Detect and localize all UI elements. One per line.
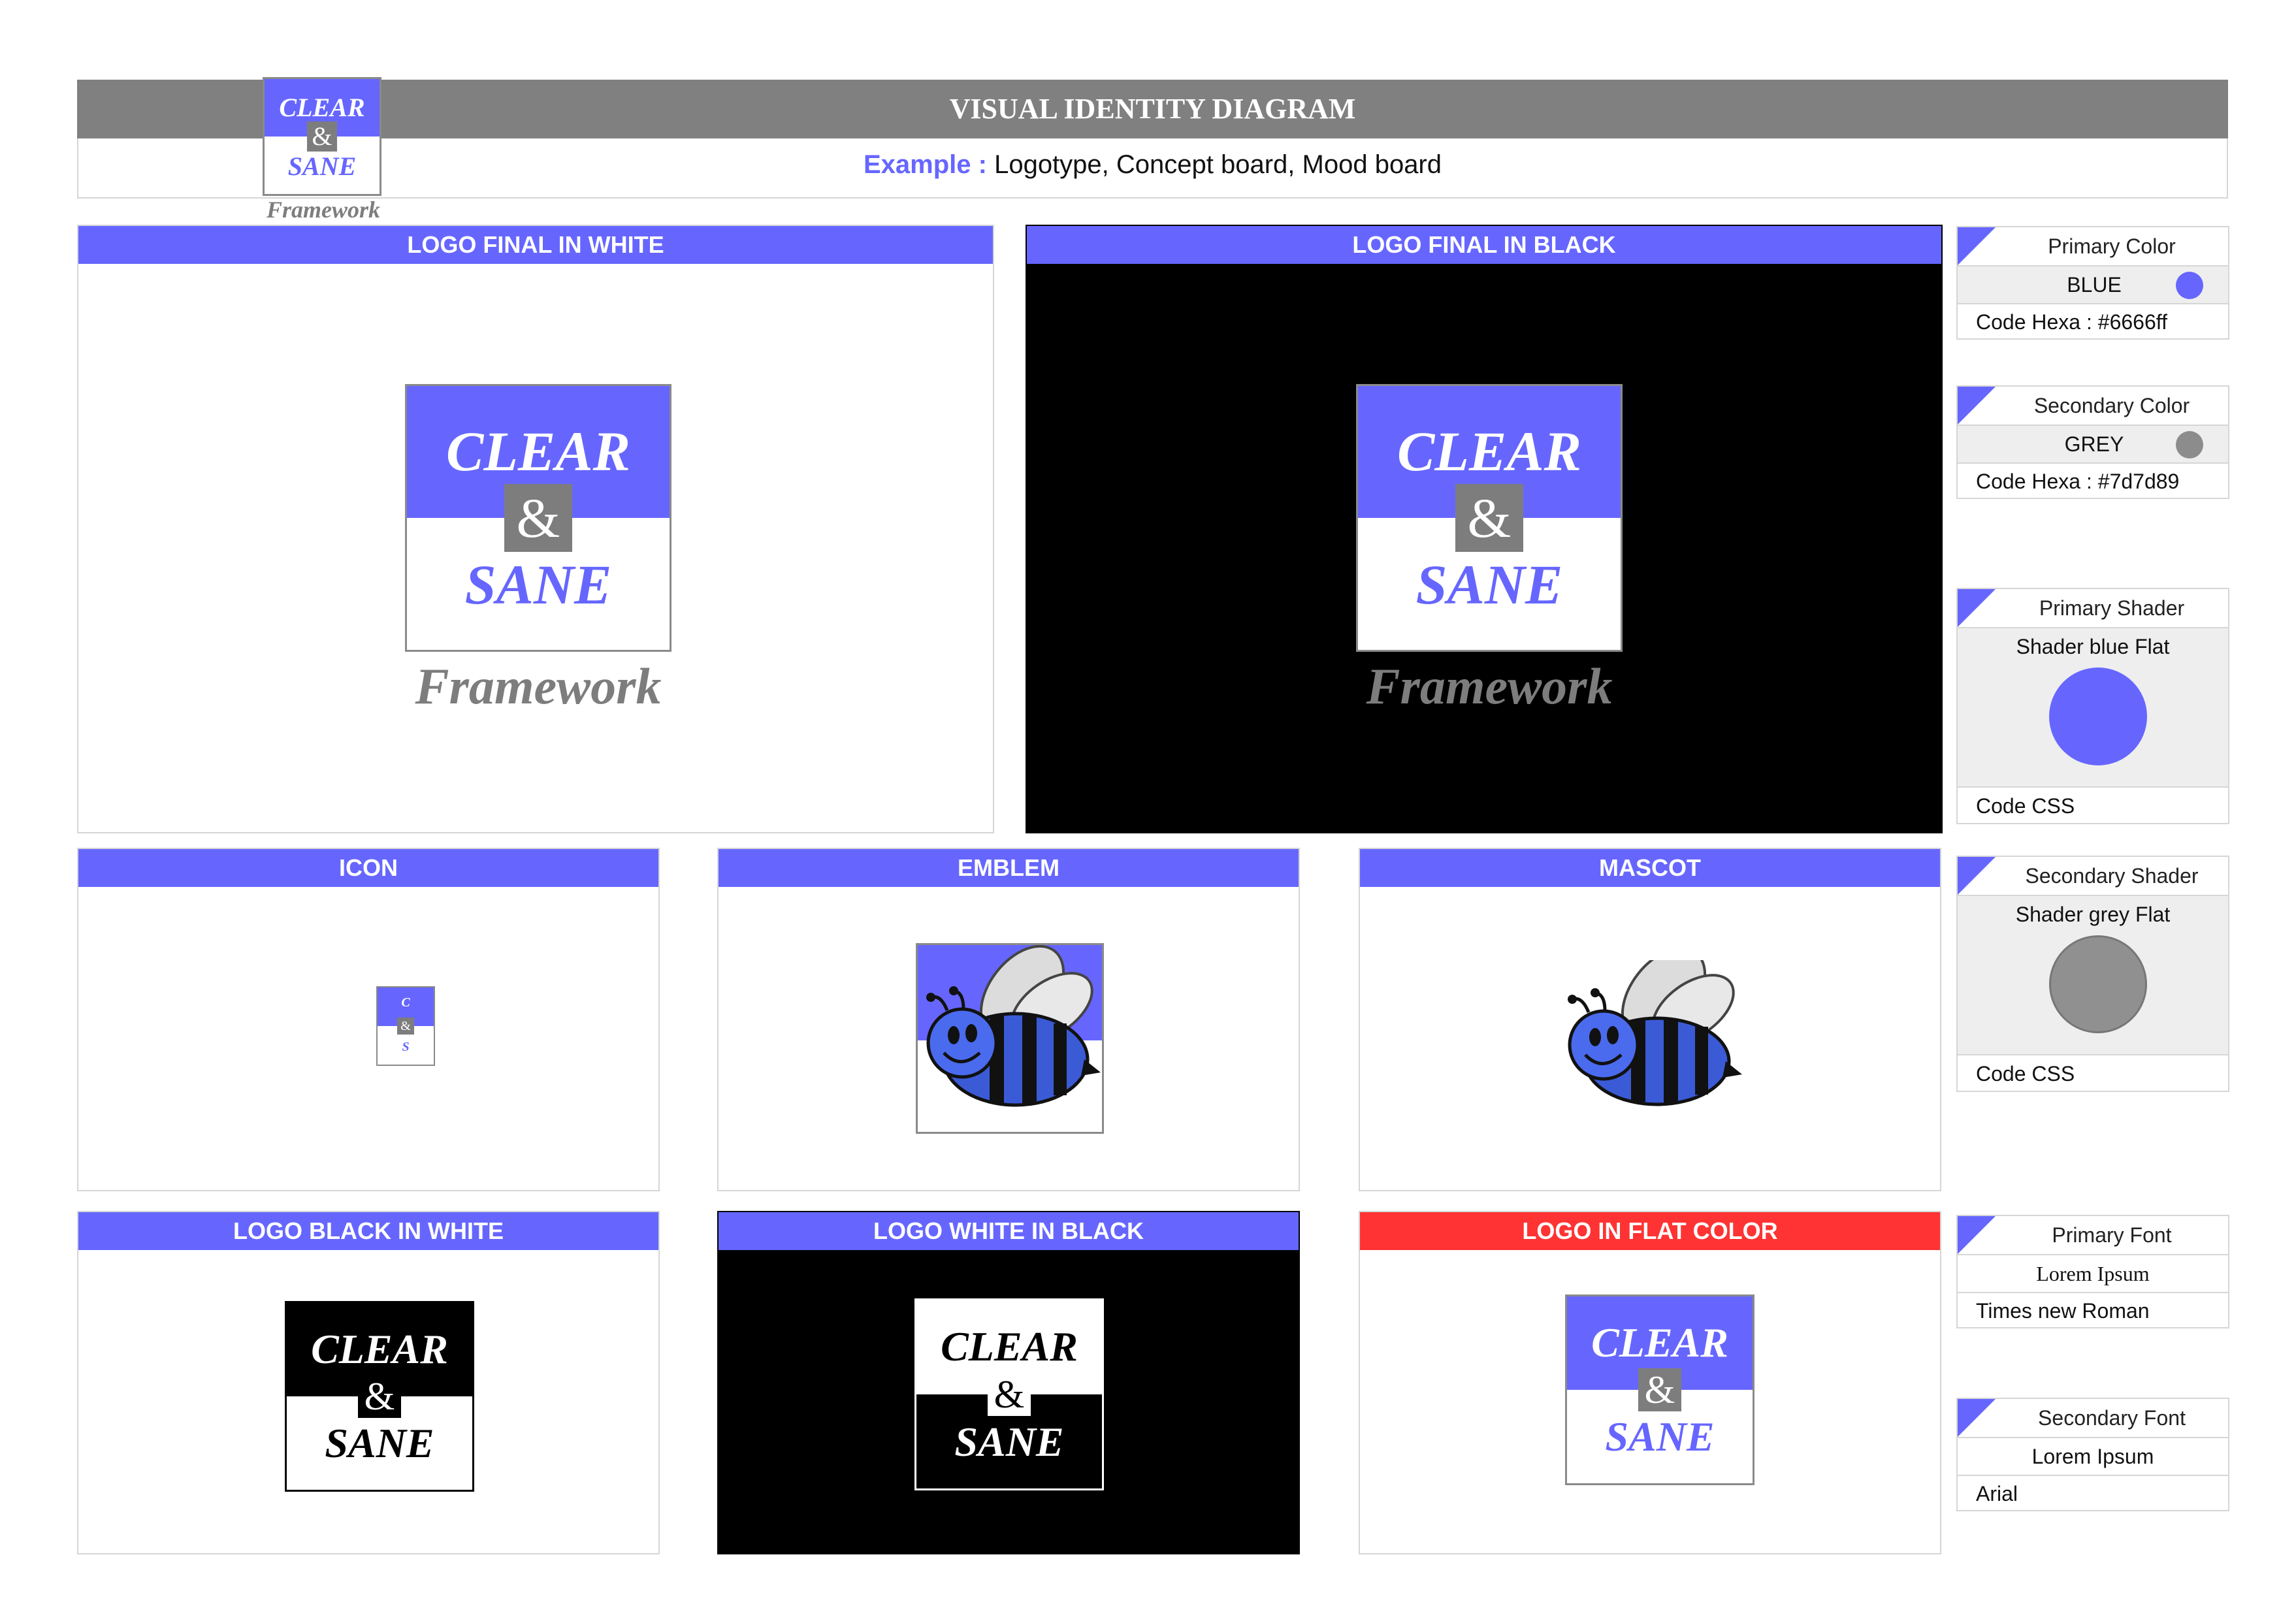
bee-mascot-icon: [1568, 960, 1742, 1106]
panel-logo-black-title: LOGO FINAL IN BLACK: [1027, 226, 1941, 264]
font-name: Times new Roman: [1958, 1292, 2228, 1328]
card-primary-color: Primary Color BLUE Code Hexa : #6666ff: [1956, 226, 2229, 340]
card-title: Primary Shader: [2039, 596, 2185, 620]
color-code: Code Hexa : #6666ff: [1958, 303, 2228, 340]
panel-icon: ICON C & S: [77, 848, 660, 1191]
panel-mascot-title: MASCOT: [1360, 849, 1940, 887]
example-line: Example : Logotype, Concept board, Mood …: [78, 150, 2227, 180]
color-swatch-grey: [2176, 431, 2203, 458]
panel-icon-title: ICON: [78, 849, 658, 887]
panel-logo-white-title: LOGO FINAL IN WHITE: [78, 226, 993, 264]
header-bar: VISUAL IDENTITY DIAGRAM: [77, 80, 2228, 138]
logo-final-white-tagline: Framework: [415, 658, 662, 715]
color-name-row: GREY: [1958, 425, 2228, 462]
header-logo: CLEAR & SANE: [263, 77, 381, 196]
color-swatch-blue: [2176, 272, 2203, 299]
panel-black-in-white-title: LOGO BLACK IN WHITE: [78, 1212, 658, 1250]
font-name: Arial: [1958, 1475, 2228, 1511]
logo-black-in-white: CLEAR & SANE: [285, 1301, 474, 1492]
card-corner-icon: [1958, 1399, 1996, 1437]
shader-preview: Shader grey Flat: [1958, 895, 2228, 1054]
font-sample: Lorem Ipsum: [1958, 1254, 2228, 1292]
color-code: Code Hexa : #7d7d89: [1958, 462, 2228, 499]
shader-label: Shader grey Flat: [2015, 903, 2171, 926]
color-name-row: BLUE: [1958, 265, 2228, 303]
panel-emblem-title: EMBLEM: [719, 849, 1299, 887]
card-title: Secondary Color: [2033, 394, 2190, 417]
card-corner-icon: [1958, 589, 1996, 627]
emblem-frame: [916, 943, 1104, 1134]
card-secondary-shader: Secondary Shader Shader grey Flat Code C…: [1956, 856, 2229, 1092]
card-corner-icon: [1958, 227, 1996, 265]
logo-final-black-tagline: Framework: [1366, 658, 1613, 715]
card-primary-font: Primary Font Lorem Ipsum Times new Roman: [1956, 1215, 2229, 1328]
card-corner-icon: [1958, 1216, 1996, 1254]
shader-preview: Shader blue Flat: [1958, 627, 2228, 786]
panel-logo-black: LOGO FINAL IN BLACK CLEAR & SANE Framewo…: [1026, 225, 1943, 833]
font-sample: Lorem Ipsum: [1958, 1437, 2228, 1475]
panel-white-in-black-title: LOGO WHITE IN BLACK: [719, 1212, 1299, 1250]
shader-label: Shader blue Flat: [2016, 635, 2170, 658]
card-title: Primary Font: [2052, 1223, 2172, 1247]
panel-black-in-white: LOGO BLACK IN WHITE CLEAR & SANE: [77, 1211, 660, 1554]
card-secondary-font: Secondary Font Lorem Ipsum Arial: [1956, 1398, 2229, 1511]
example-text: Logotype, Concept board, Mood board: [994, 150, 1442, 179]
shader-circle-blue: [2049, 667, 2147, 765]
card-title: Secondary Shader: [2025, 864, 2199, 888]
panel-emblem: EMBLEM: [717, 848, 1300, 1191]
panel-white-in-black: LOGO WHITE IN BLACK CLEAR & SANE: [717, 1211, 1300, 1554]
bee-emblem-icon: [926, 945, 1101, 1107]
header-subbar: Example : Logotype, Concept board, Mood …: [77, 138, 2228, 199]
card-secondary-color: Secondary Color GREY Code Hexa : #7d7d89: [1956, 385, 2229, 499]
shader-circle-grey: [2049, 935, 2147, 1033]
logo-white-in-black: CLEAR & SANE: [914, 1298, 1104, 1490]
panel-mascot: MASCOT: [1359, 848, 1941, 1191]
icon-logo: C & S: [376, 986, 435, 1066]
header-logo-tagline: Framework: [266, 197, 381, 223]
logo-final-white: CLEAR & SANE: [405, 384, 671, 652]
panel-flat-color: LOGO IN FLAT COLOR CLEAR & SANE: [1359, 1211, 1941, 1554]
panel-logo-white: LOGO FINAL IN WHITE CLEAR & SANE Framewo…: [77, 225, 994, 833]
logo-flat-color: CLEAR & SANE: [1565, 1294, 1754, 1485]
shader-code: Code CSS: [1958, 786, 2228, 824]
page-title: VISUAL IDENTITY DIAGRAM: [949, 93, 1356, 125]
card-title: Secondary Font: [2038, 1406, 2186, 1430]
shader-code: Code CSS: [1958, 1054, 2228, 1092]
card-title: Primary Color: [2048, 234, 2176, 258]
card-primary-shader: Primary Shader Shader blue Flat Code CSS: [1956, 588, 2229, 824]
card-corner-icon: [1958, 387, 1996, 425]
card-corner-icon: [1958, 857, 1996, 895]
logo-final-black: CLEAR & SANE: [1356, 384, 1623, 652]
panel-flat-color-title: LOGO IN FLAT COLOR: [1360, 1212, 1940, 1250]
example-label: Example :: [863, 150, 987, 179]
